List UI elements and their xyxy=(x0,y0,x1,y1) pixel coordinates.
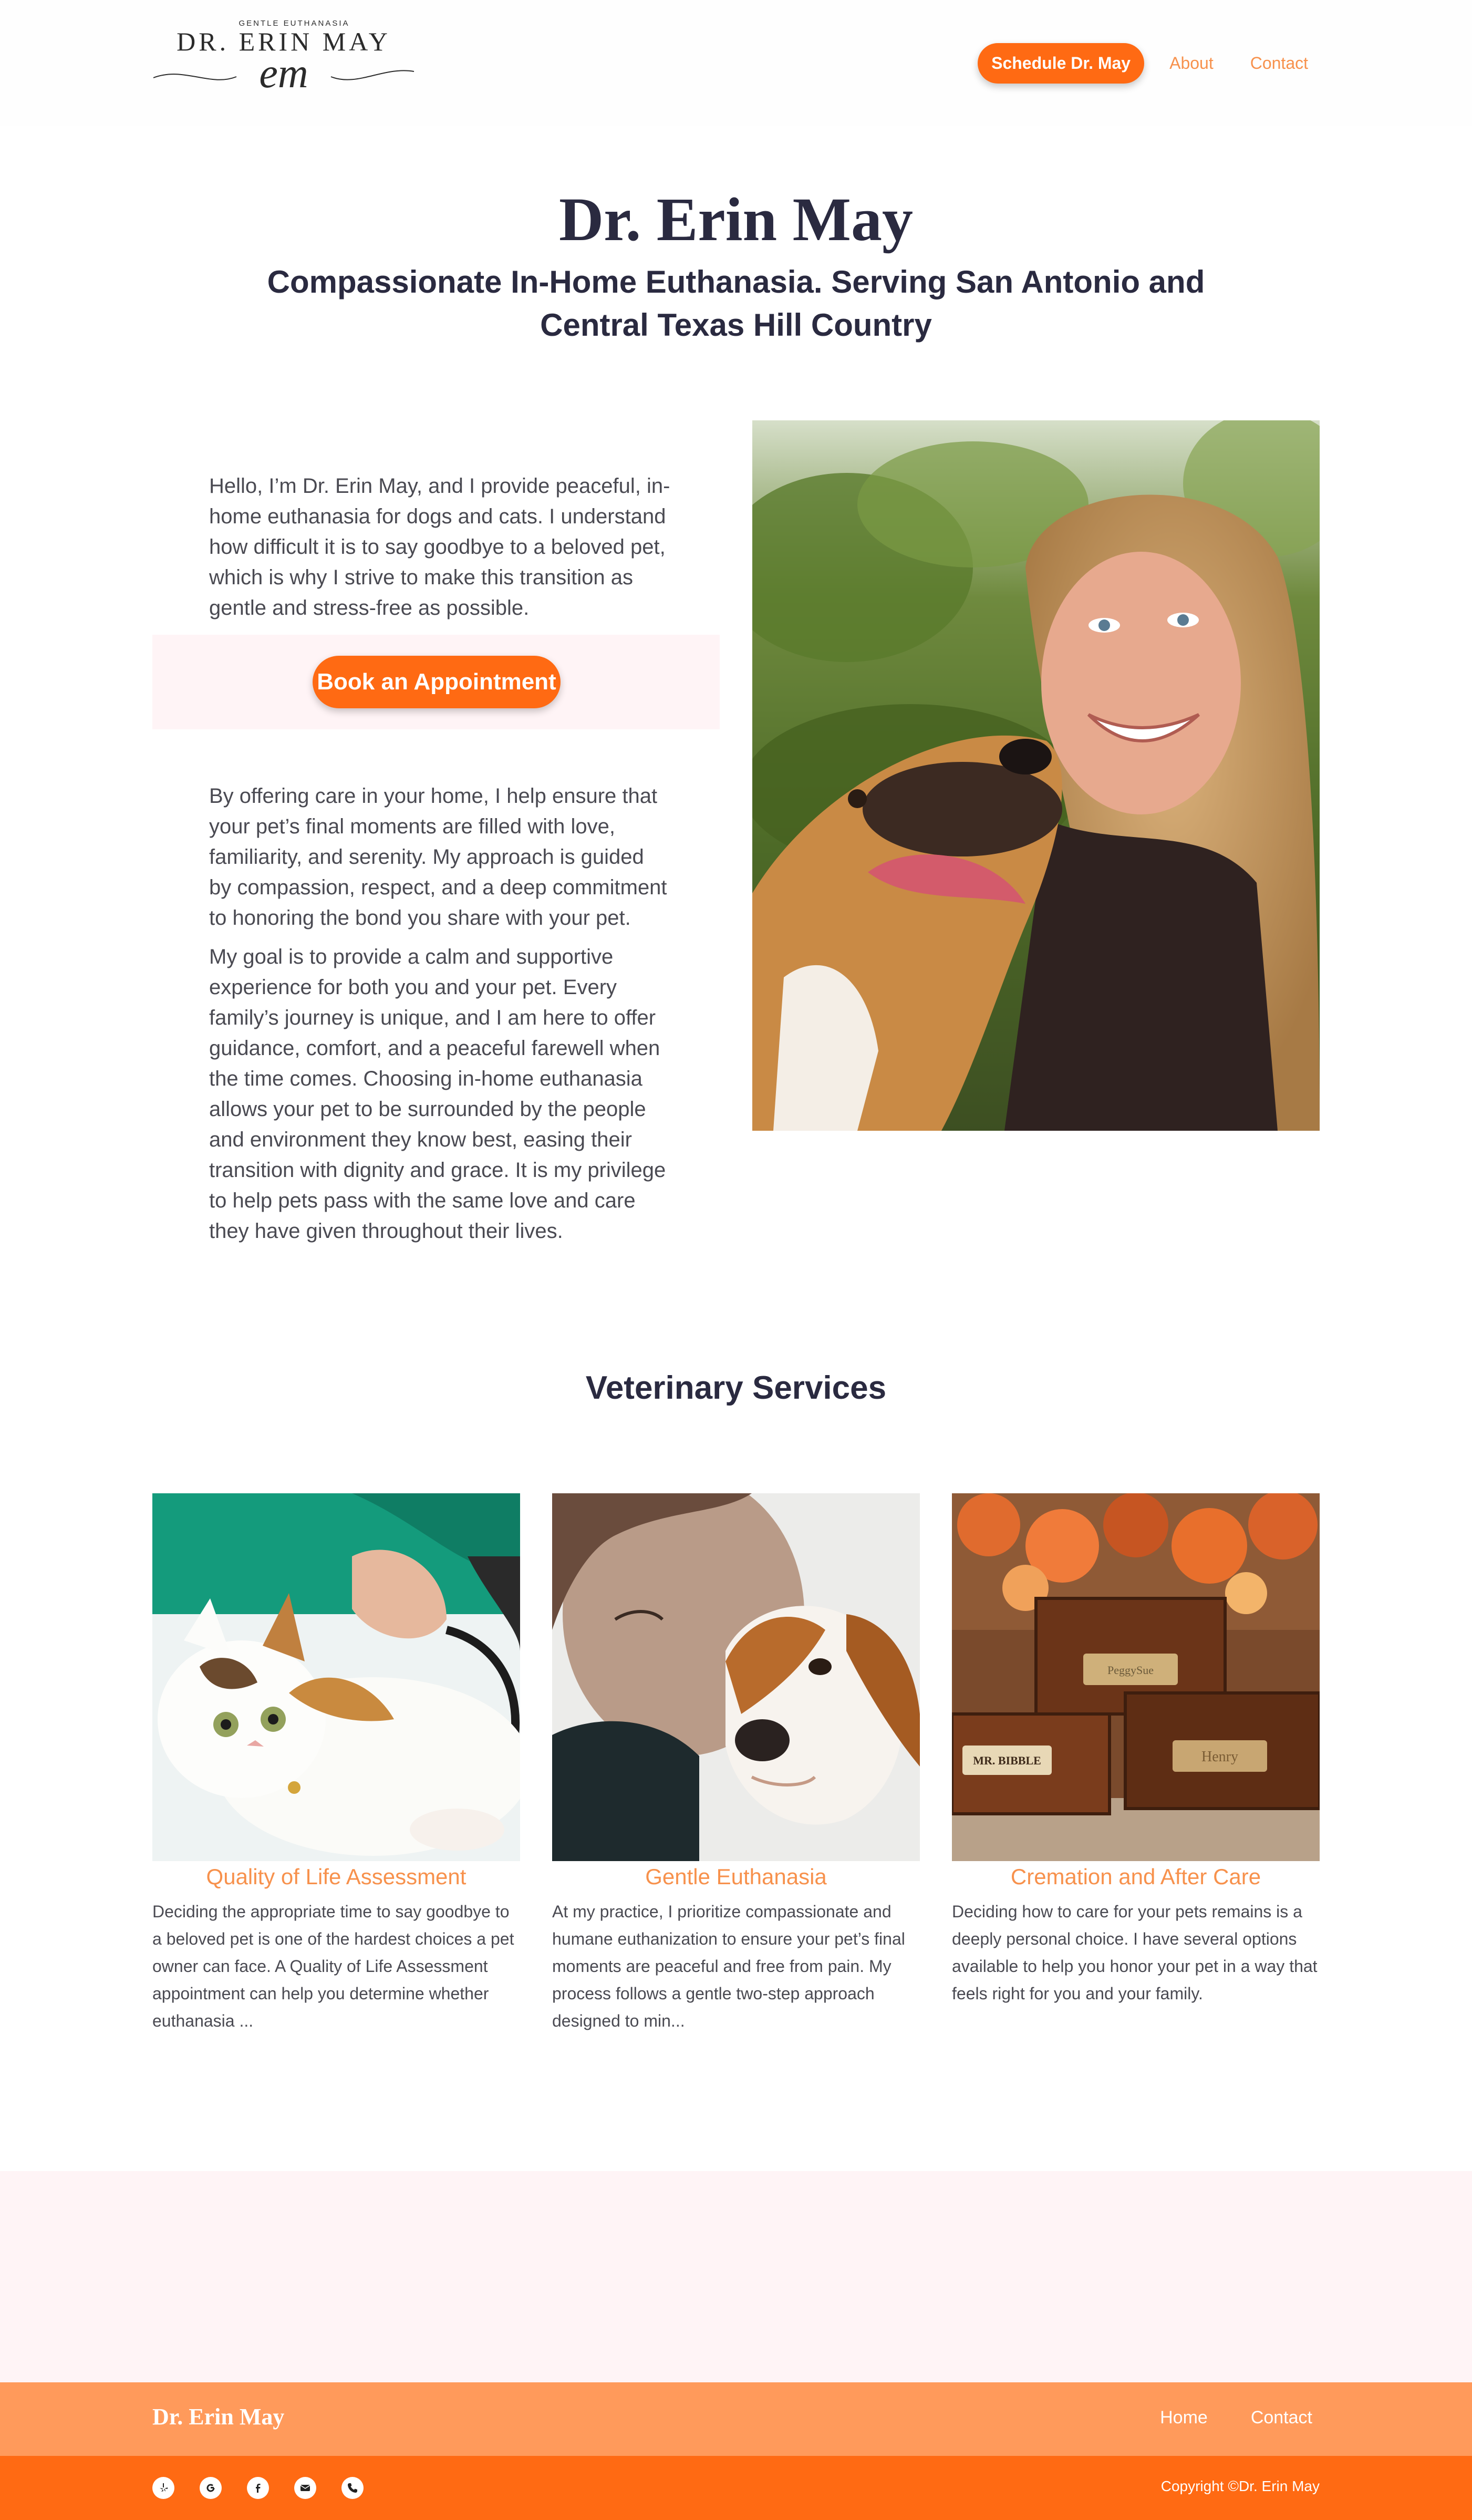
quality-of-life-link[interactable]: Quality of Life Assessment xyxy=(152,1861,520,1893)
urn-label-henry: Henry xyxy=(1201,1749,1238,1765)
main-nav: Schedule Dr. May About Contact xyxy=(978,43,1320,84)
cremation-aftercare-description: Deciding how to care for your pets remai… xyxy=(952,1902,1318,2003)
logo-monogram-text: em xyxy=(259,50,308,97)
site-logo[interactable]: GENTLE EUTHANASIA DR. ERIN MAY em xyxy=(152,16,415,100)
social-links xyxy=(152,2477,364,2499)
cremation-aftercare-link[interactable]: Cremation and After Care xyxy=(952,1861,1320,1893)
google-icon[interactable] xyxy=(200,2477,222,2499)
urn-label-peggysue: PeggySue xyxy=(1107,1664,1154,1677)
cremation-aftercare-image[interactable]: PeggySue MR. BIBBLE Henry xyxy=(952,1493,1320,1861)
site-header: GENTLE EUTHANASIA DR. ERIN MAY em Schedu… xyxy=(0,0,1472,126)
phone-icon[interactable] xyxy=(341,2477,364,2499)
footer-top: Dr. Erin May Home Contact xyxy=(0,2382,1472,2456)
gentle-euthanasia-description: At my practice, I prioritize compassiona… xyxy=(552,1902,905,2030)
facebook-icon[interactable] xyxy=(247,2477,269,2499)
copyright-text: Copyright ©Dr. Erin May xyxy=(1160,2478,1320,2494)
intro-paragraph-2: By offering care in your home, I help en… xyxy=(209,784,667,929)
intro-paragraph-3: My goal is to provide a calm and support… xyxy=(209,945,666,1243)
gentle-euthanasia-image[interactable] xyxy=(552,1493,920,1861)
footer-nav: Home Contact xyxy=(1153,2405,1320,2430)
book-appointment-button[interactable]: Book an Appointment xyxy=(313,656,561,708)
intro-paragraph-1: Hello, I’m Dr. Erin May, and I provide p… xyxy=(209,474,670,619)
footer-brand[interactable]: Dr. Erin May xyxy=(152,2403,284,2430)
page-title: Dr. Erin May xyxy=(558,185,914,254)
schedule-button[interactable]: Schedule Dr. May xyxy=(978,43,1145,84)
quality-of-life-description: Deciding the appropriate time to say goo… xyxy=(152,1902,514,2030)
footer-bottom: Copyright ©Dr. Erin May xyxy=(0,2456,1472,2520)
services-title: Veterinary Services xyxy=(585,1370,887,1406)
nav-item-about[interactable]: About xyxy=(1158,43,1225,84)
logo-monogram: em xyxy=(153,50,414,97)
footer-nav-contact[interactable]: Contact xyxy=(1243,2405,1320,2430)
yelp-icon[interactable] xyxy=(152,2477,174,2499)
nav-item-contact[interactable]: Contact xyxy=(1239,43,1320,84)
urn-label-mr-bibble: MR. BIBBLE xyxy=(973,1754,1041,1767)
quality-of-life-image[interactable] xyxy=(152,1493,520,1861)
vet-with-dog-photo xyxy=(752,420,1320,1131)
email-icon[interactable] xyxy=(294,2477,316,2499)
testimonial-band xyxy=(0,2171,1472,2382)
page-subtitle: Compassionate In-Home Euthanasia. Servin… xyxy=(267,264,1205,343)
gentle-euthanasia-link[interactable]: Gentle Euthanasia xyxy=(552,1861,920,1893)
footer-nav-home[interactable]: Home xyxy=(1153,2405,1215,2430)
